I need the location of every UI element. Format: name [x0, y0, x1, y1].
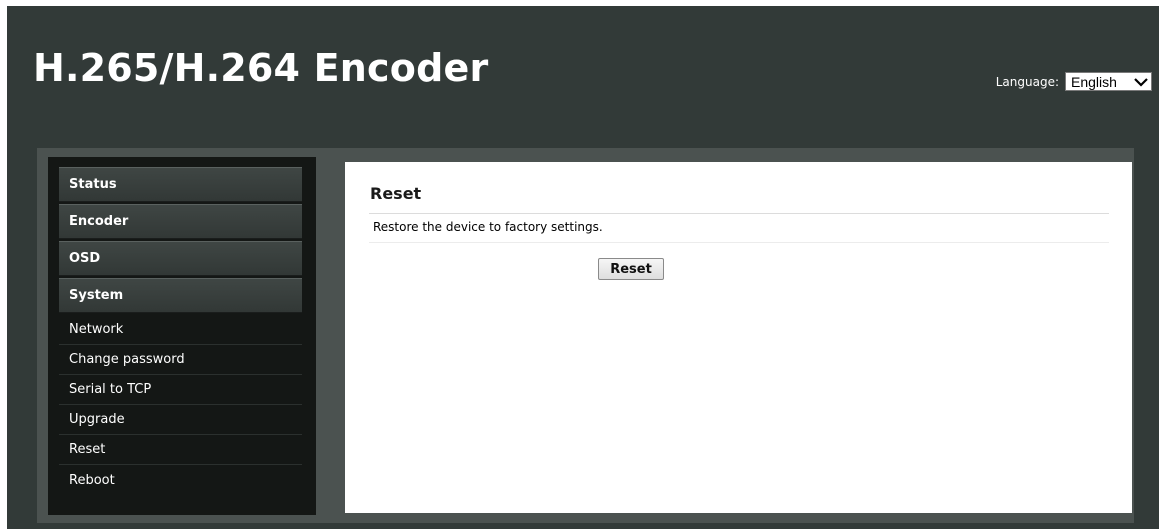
- sidebar-item-upgrade[interactable]: Upgrade: [59, 405, 302, 435]
- sidebar-item-system[interactable]: System: [59, 278, 302, 313]
- reset-button[interactable]: Reset: [598, 258, 664, 280]
- description-divider: [369, 242, 1109, 243]
- main-panel: Reset Restore the device to factory sett…: [345, 162, 1132, 513]
- sidebar-item-network[interactable]: Network: [59, 315, 302, 345]
- sidebar-item-reboot[interactable]: Reboot: [59, 465, 302, 495]
- page-description: Restore the device to factory settings.: [373, 220, 603, 234]
- page-title: Reset: [370, 184, 422, 203]
- sidebar-item-change-password[interactable]: Change password: [59, 345, 302, 375]
- language-selected-value: English: [1071, 73, 1117, 90]
- app-title: H.265/H.264 Encoder: [33, 46, 489, 90]
- language-select[interactable]: English: [1065, 72, 1152, 91]
- sidebar: Status Encoder OSD System Network Change…: [48, 157, 316, 515]
- sidebar-item-status[interactable]: Status: [59, 167, 302, 202]
- system-submenu: Network Change password Serial to TCP Up…: [59, 315, 302, 495]
- sidebar-item-serial-to-tcp[interactable]: Serial to TCP: [59, 375, 302, 405]
- sidebar-item-osd[interactable]: OSD: [59, 241, 302, 276]
- language-selector: Language: English: [996, 72, 1152, 91]
- chevron-down-icon: [1134, 77, 1148, 87]
- sidebar-item-encoder[interactable]: Encoder: [59, 204, 302, 239]
- title-divider: [369, 213, 1109, 214]
- sidebar-item-reset[interactable]: Reset: [59, 435, 302, 465]
- language-label: Language:: [995, 74, 1059, 89]
